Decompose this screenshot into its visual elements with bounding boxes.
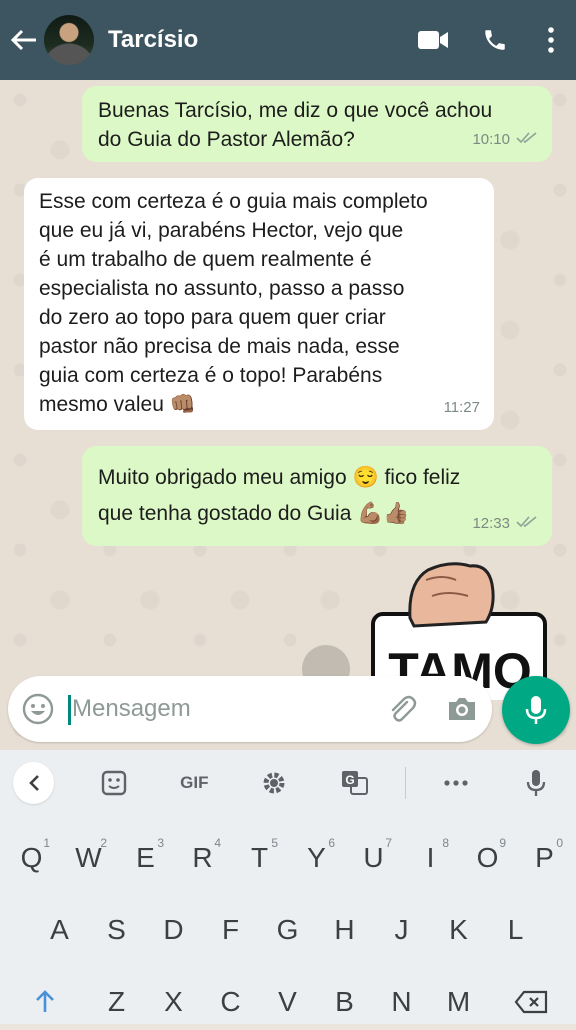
key-label: O [476,842,499,873]
svg-text:G: G [345,773,354,787]
camera-icon[interactable] [432,695,492,723]
key-u[interactable]: U7 [345,830,402,886]
message-input-placeholder: Mensagem [72,695,191,722]
key-label: U [363,842,384,873]
message-time: 12:33 [472,515,510,532]
keyboard-toolbar: GIF G [0,750,576,816]
key-number-hint: 3 [157,836,164,850]
message-time: 11:27 [443,399,480,416]
translate-icon[interactable]: G [315,770,395,796]
chat-area: Buenas Tarcísio, me diz o que você achou… [0,80,576,750]
backspace-key-icon[interactable] [502,974,559,1030]
settings-gear-icon[interactable] [234,770,314,796]
key-b[interactable]: B [316,974,373,1030]
key-label: E [136,842,155,873]
message-outgoing[interactable]: Buenas Tarcísio, me diz o que você achou… [82,86,552,162]
key-number-hint: 9 [499,836,506,850]
message-incoming[interactable]: Esse com certeza é o guia mais completo … [24,178,494,430]
key-k[interactable]: K [430,902,487,958]
key-z[interactable]: Z [88,974,145,1030]
key-number-hint: 6 [328,836,335,850]
message-outgoing[interactable]: Muito obrigado meu amigo 😌 fico feliz qu… [82,446,552,546]
key-r[interactable]: R4 [174,830,231,886]
video-call-icon[interactable] [402,0,464,80]
key-number-hint: 8 [442,836,449,850]
key-number-hint: 5 [271,836,278,850]
chat-header: Tarcísio [0,0,576,80]
key-number-hint: 1 [43,836,50,850]
message-meta: 11:27 [444,393,480,422]
key-p[interactable]: P0 [516,830,573,886]
key-label: T [250,842,269,873]
back-arrow-icon[interactable] [2,0,46,80]
contact-avatar[interactable] [44,15,94,65]
key-label: W [75,842,102,873]
key-h[interactable]: H [316,902,373,958]
key-f[interactable]: F [202,902,259,958]
key-x[interactable]: X [145,974,202,1030]
key-j[interactable]: J [373,902,430,958]
emoji-icon[interactable] [8,693,68,725]
more-options-icon[interactable] [526,0,576,80]
keyboard: GIF G Q1W2E3R4T5Y6U7I8O9P0 ASDFGHJKL ZXC… [0,750,576,1024]
key-l[interactable]: L [487,902,544,958]
gif-button[interactable]: GIF [154,773,234,793]
key-i[interactable]: I8 [402,830,459,886]
key-d[interactable]: D [145,902,202,958]
message-meta: 12:33 [472,509,538,538]
key-c[interactable]: C [202,974,259,1030]
message-input[interactable]: Mensagem [68,695,372,725]
message-composer: Mensagem [8,676,492,742]
more-horiz-icon[interactable] [416,780,496,786]
double-check-icon [516,509,538,538]
microphone-icon [525,696,547,724]
key-e[interactable]: E3 [117,830,174,886]
attach-icon[interactable] [372,694,432,724]
key-number-hint: 7 [385,836,392,850]
key-label: R [192,842,213,873]
contact-name[interactable]: Tarcísio [108,26,402,54]
key-v[interactable]: V [259,974,316,1030]
key-w[interactable]: W2 [60,830,117,886]
key-o[interactable]: O9 [459,830,516,886]
key-label: I [426,842,435,873]
key-a[interactable]: A [31,902,88,958]
keyboard-row-2: ASDFGHJKL [31,902,576,958]
key-q[interactable]: Q1 [3,830,60,886]
voice-call-icon[interactable] [464,0,526,80]
key-number-hint: 0 [556,836,563,850]
message-meta: 10:10 [472,125,538,154]
key-s[interactable]: S [88,902,145,958]
shift-key-icon[interactable] [16,974,73,1030]
key-number-hint: 4 [214,836,221,850]
voice-input-icon[interactable] [496,769,576,797]
double-check-icon [516,125,538,154]
key-label: P [535,842,554,873]
message-time: 10:10 [472,131,510,148]
message-text: Esse com certeza é o guia mais completo … [39,190,428,416]
key-n[interactable]: N [373,974,430,1030]
keyboard-row-1: Q1W2E3R4T5Y6U7I8O9P0 [3,830,576,886]
toolbar-divider [404,767,406,799]
key-t[interactable]: T5 [231,830,288,886]
sticker-icon[interactable] [74,770,154,796]
text-caret [68,695,71,725]
key-g[interactable]: G [259,902,316,958]
key-label: Q [20,842,43,873]
key-m[interactable]: M [430,974,487,1030]
mic-button[interactable] [502,676,570,744]
key-y[interactable]: Y6 [288,830,345,886]
keyboard-back-icon[interactable] [13,762,55,804]
key-label: Y [307,842,326,873]
key-number-hint: 2 [100,836,107,850]
